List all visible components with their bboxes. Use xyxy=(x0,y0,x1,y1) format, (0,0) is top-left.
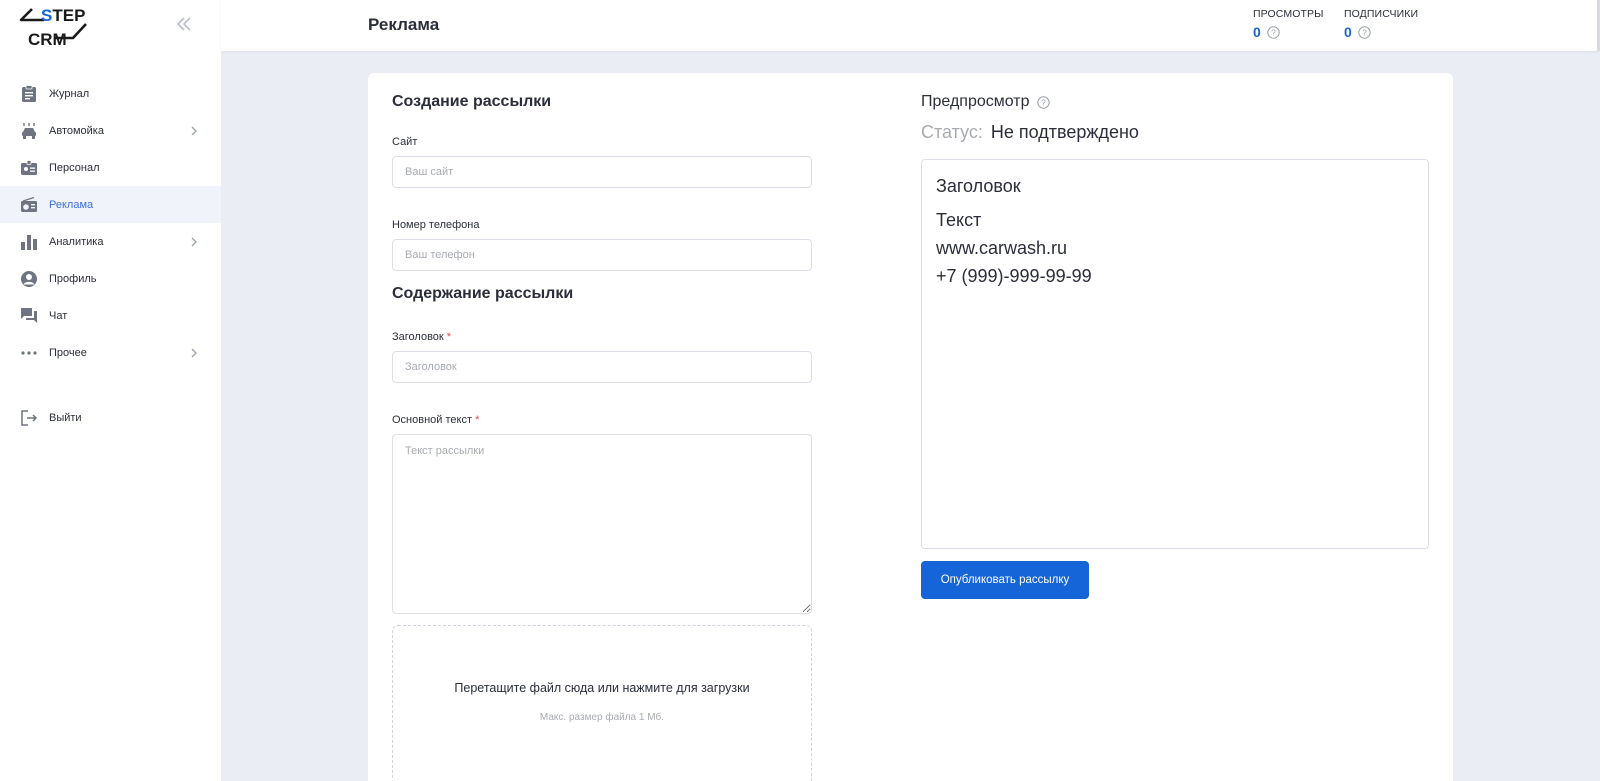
file-upload-dropzone[interactable]: Перетащите файл сюда или нажмите для заг… xyxy=(392,625,812,781)
svg-text:CRM: CRM xyxy=(28,30,67,48)
site-label: Сайт xyxy=(392,136,418,148)
site-input[interactable] xyxy=(392,156,812,188)
sidebar-item-label: Профиль xyxy=(49,272,97,285)
help-icon[interactable]: ? xyxy=(1267,25,1280,39)
logout-icon xyxy=(20,409,38,427)
preview-site: www.carwash.ru xyxy=(936,238,1068,258)
stat-label: ПОДПИСЧИКИ xyxy=(1344,8,1419,20)
svg-text:?: ? xyxy=(1362,28,1367,37)
sidebar-item-chat[interactable]: Чат xyxy=(0,297,221,334)
logout-label: Выйти xyxy=(49,411,82,424)
required-mark: * xyxy=(446,331,452,343)
sidebar-item-label: Реклама xyxy=(49,198,94,211)
sidebar-item-other[interactable]: Прочее xyxy=(0,334,221,371)
stat-views: ПРОСМОТРЫ 0 ? xyxy=(1253,8,1323,40)
chevron-right-icon xyxy=(189,235,199,247)
sidebar-item-profile[interactable]: Профиль xyxy=(0,260,221,297)
phone-label: Номер телефона xyxy=(392,219,480,231)
svg-text:?: ? xyxy=(1271,28,1276,37)
body-text-textarea[interactable] xyxy=(392,434,812,614)
sidebar-item-label: Журнал xyxy=(49,87,90,100)
badge-icon xyxy=(20,159,38,177)
stat-subscribers: ПОДПИСЧИКИ 0 ? xyxy=(1344,8,1418,40)
radio-icon xyxy=(20,196,38,214)
heading-label: Заголовок * xyxy=(392,331,451,343)
mailing-content-title: Содержание рассылки xyxy=(392,285,574,302)
clipboard-icon xyxy=(20,84,38,103)
preview-title-text: Предпросмотр xyxy=(921,93,1030,110)
step-crm-logo[interactable]: STEP CRM xyxy=(18,4,96,49)
sidebar-item-car-wash[interactable]: Автомойка xyxy=(0,112,221,149)
logout-button[interactable]: Выйти xyxy=(0,399,221,436)
mailing-card: Создание рассылки Сайт Номер телефона Со… xyxy=(368,73,1453,781)
svg-text:?: ? xyxy=(1041,98,1046,107)
upload-title: Перетащите файл сюда или нажмите для заг… xyxy=(454,681,750,695)
required-mark: * xyxy=(475,414,480,426)
help-icon[interactable]: ? xyxy=(1358,25,1371,39)
chevron-right-icon xyxy=(189,346,199,358)
preview-heading: Заголовок xyxy=(936,176,1021,196)
preview-title: Предпросмотр ? xyxy=(921,93,1050,111)
sidebar: STEP CRM Журнал Автомойка Персонал Рекла… xyxy=(0,0,221,781)
status-line: Статус: Не подтверждено xyxy=(921,122,1139,143)
status-value: Не подтверждено xyxy=(990,122,1139,142)
car-wash-icon xyxy=(20,122,38,140)
logo-top-rest: TEP xyxy=(52,6,85,25)
stat-label: ПРОСМОТРЫ xyxy=(1253,8,1324,20)
preview-phone: +7 (999)-999-99-99 xyxy=(936,266,1092,286)
upload-hint: Макс. размер файла 1 Мб. xyxy=(539,712,665,723)
publish-mailing-button[interactable]: Опубликовать рассылку xyxy=(921,561,1089,599)
stat-value: 0 xyxy=(1344,24,1352,40)
sidebar-item-staff[interactable]: Персонал xyxy=(0,149,221,186)
preview-text: Текст xyxy=(936,210,982,230)
stat-value: 0 xyxy=(1253,24,1261,40)
svg-text:STEP: STEP xyxy=(41,6,85,25)
page-title: Реклама xyxy=(368,15,440,34)
bar-chart-icon xyxy=(20,233,38,251)
sidebar-item-analytics[interactable]: Аналитика xyxy=(0,223,221,260)
sidebar-nav: Журнал Автомойка Персонал Реклама Аналит… xyxy=(0,75,221,436)
sidebar-item-ads[interactable]: Реклама xyxy=(0,186,221,223)
phone-input[interactable] xyxy=(392,239,812,271)
heading-label-text: Заголовок xyxy=(392,331,444,343)
user-circle-icon xyxy=(20,270,38,288)
body-text-label: Основной текст * xyxy=(392,414,479,426)
chat-icon xyxy=(20,307,38,325)
sidebar-item-journal[interactable]: Журнал xyxy=(0,75,221,112)
collapse-sidebar-icon[interactable] xyxy=(174,14,194,34)
sidebar-item-label: Чат xyxy=(49,309,68,322)
chevron-right-icon xyxy=(189,124,199,136)
sidebar-item-label: Прочее xyxy=(49,346,87,359)
top-header: Реклама ПРОСМОТРЫ 0 ? ПОДПИСЧИКИ 0 ? xyxy=(221,0,1600,51)
heading-input[interactable] xyxy=(392,351,812,383)
sidebar-item-label: Аналитика xyxy=(49,235,104,248)
sidebar-item-label: Персонал xyxy=(49,161,100,174)
more-dots-icon xyxy=(20,344,38,362)
status-label: Статус: xyxy=(921,122,983,142)
help-icon[interactable]: ? xyxy=(1036,95,1050,109)
create-mailing-title: Создание рассылки xyxy=(392,93,552,110)
preview-box: Заголовок Текст www.carwash.ru +7 (999)-… xyxy=(921,159,1429,549)
body-text-label-text: Основной текст xyxy=(392,414,472,426)
sidebar-item-label: Автомойка xyxy=(49,124,104,137)
